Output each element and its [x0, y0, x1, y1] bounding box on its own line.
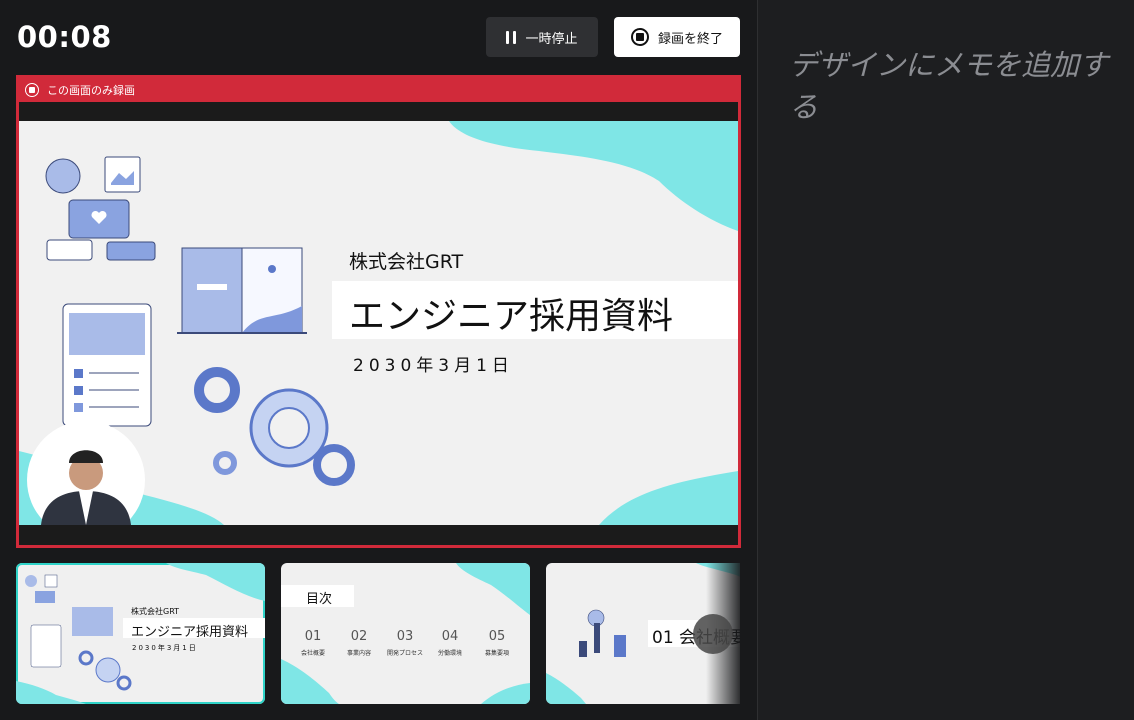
thumbnail-1-company: 株式会社GRT: [131, 607, 180, 616]
current-slide: 株式会社GRT エンジニア採用資料 2030年3月1日: [19, 121, 738, 525]
toc-heading: 目次: [306, 592, 333, 607]
toc-item-label: 会社概要: [300, 650, 325, 657]
notes-input[interactable]: デザインにメモを追加する: [789, 44, 1119, 128]
toc-item-number: 05: [488, 629, 506, 644]
slide-viewport: 株式会社GRT エンジニア採用資料 2030年3月1日: [19, 102, 738, 545]
toc-item-number: 04: [441, 629, 459, 644]
slide-title: エンジニア採用資料: [349, 296, 674, 337]
toc-item-number: 01: [304, 629, 322, 644]
pause-icon: [506, 30, 517, 44]
recording-panel: 00:08 一時停止 録画を終了 この画面のみ録画 株式会社GRT エンジニア採…: [0, 0, 757, 720]
slide-date: 2030年3月1日: [353, 356, 514, 376]
toc-item: 01 会社概要: [288, 629, 338, 657]
toc-item-label: 事業内容: [346, 650, 371, 657]
toc-item-label: 募集要項: [484, 650, 509, 657]
toc-item-label: 開発プロセス: [386, 650, 423, 657]
toc-item: 02 事業内容: [334, 629, 384, 657]
thumbnail-1-title: エンジニア採用資料: [131, 625, 249, 640]
toc-item: 04 労働環境: [425, 629, 475, 657]
recording-frame: この画面のみ録画 株式会社GRT エンジニア採用資料 2030年3月1日: [16, 75, 741, 548]
thumbnail-scroll-button[interactable]: [693, 614, 733, 654]
pause-button[interactable]: 一時停止: [486, 17, 598, 57]
toc-item-label: 労働環境: [437, 650, 462, 657]
slide-thumbnail-strip: 株式会社GRT エンジニア採用資料 2030年3月1日 目次 01 会社概要 02…: [16, 563, 740, 705]
record-scope-icon: [25, 83, 39, 97]
record-scope-label: この画面のみ録画: [47, 84, 135, 97]
thumbnail-1-date: 2030年3月1日: [132, 644, 198, 652]
recording-screen: 00:08 一時停止 録画を終了 この画面のみ録画 株式会社GRT エンジニア採…: [0, 0, 1134, 720]
stop-label: 録画を終了: [657, 31, 723, 47]
stop-recording-button[interactable]: 録画を終了: [614, 17, 740, 57]
toc-item-number: 02: [350, 629, 368, 644]
stop-icon: [630, 28, 649, 46]
recording-timer: 00:08: [17, 20, 112, 54]
thumbnail-slide-2[interactable]: 目次 01 会社概要 02 事業内容 03 開発プロセス 04 労働環境 05 募集要項: [281, 563, 530, 704]
toc-item-number: 03: [396, 629, 414, 644]
record-scope-bar: この画面のみ録画: [19, 78, 738, 102]
pause-label: 一時停止: [525, 31, 578, 47]
slide-company: 株式会社GRT: [349, 251, 464, 273]
thumbnail-slide-1[interactable]: 株式会社GRT エンジニア採用資料 2030年3月1日: [16, 563, 265, 704]
toc-item: 03 開発プロセス: [380, 629, 430, 657]
toc-item: 05 募集要項: [472, 629, 522, 657]
